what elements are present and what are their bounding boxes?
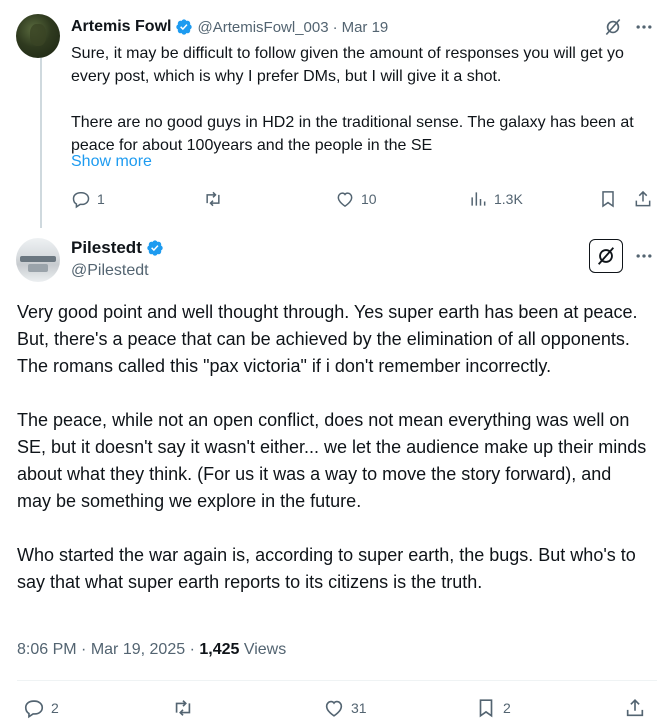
separator-dot: ·	[332, 18, 338, 36]
separator-dot: ·	[81, 641, 87, 658]
reply-tweet-text: Sure, it may be difficult to follow give…	[71, 42, 656, 157]
view-count: 1,425	[199, 641, 240, 658]
like-button[interactable]: 31	[323, 697, 367, 719]
more-icon[interactable]	[634, 246, 654, 266]
author-name[interactable]: Artemis Fowl	[71, 18, 171, 36]
reply-count: 2	[51, 700, 59, 716]
tweet-paragraph: The peace, while not an open conflict, d…	[17, 410, 647, 511]
bookmark-icon	[602, 191, 614, 208]
show-more-link[interactable]: Show more	[71, 153, 152, 171]
reply-icon	[72, 192, 90, 209]
bookmark-button[interactable]: 2	[475, 697, 511, 719]
reply-tweet-header: Artemis Fowl @ArtemisFowl_003 · Mar 19	[71, 17, 388, 37]
reply-count: 1	[97, 191, 105, 207]
separator-dot: ·	[189, 641, 195, 658]
reply-button[interactable]: 2	[23, 697, 59, 719]
like-icon	[337, 192, 353, 207]
bookmark-icon	[479, 699, 493, 718]
main-tweet-actions: 2 31 2	[17, 697, 657, 721]
bookmark-button[interactable]	[598, 189, 618, 209]
share-icon	[626, 699, 644, 717]
tweet-metadata: 8:06 PM · Mar 19, 2025 · 1,425 Views	[17, 641, 286, 659]
divider	[17, 680, 657, 681]
main-author-row: Pilestedt	[71, 238, 164, 258]
bookmark-count: 2	[503, 700, 511, 716]
reply-icon	[24, 700, 44, 719]
tweet-time[interactable]: 8:06 PM	[17, 641, 77, 658]
tweet-paragraph: Who started the war again is, according …	[17, 545, 636, 592]
like-count: 31	[351, 700, 367, 716]
view-count: 1.3K	[494, 191, 523, 207]
share-button[interactable]	[633, 189, 653, 209]
thread-connector-line	[40, 56, 42, 228]
grok-icon	[597, 247, 615, 265]
repost-icon	[206, 191, 220, 207]
like-button[interactable]: 10	[335, 189, 377, 209]
tweet-date[interactable]: Mar 19, 2025	[91, 641, 185, 658]
grok-button[interactable]	[589, 239, 623, 273]
author-name[interactable]: Pilestedt	[71, 238, 142, 258]
views-button[interactable]: 1.3K	[468, 189, 523, 209]
tweet-paragraph: There are no good guys in HD2 in the tra…	[71, 114, 634, 154]
share-button[interactable]	[624, 697, 646, 719]
reply-button[interactable]: 1	[71, 189, 105, 209]
tweet-date[interactable]: Mar 19	[342, 19, 389, 36]
tweet-paragraph: Very good point and well thought through…	[17, 302, 638, 376]
author-handle[interactable]: @ArtemisFowl_003	[197, 19, 328, 36]
like-icon	[325, 700, 343, 717]
views-icon	[471, 192, 486, 206]
repost-icon	[175, 700, 191, 716]
avatar-artemis-fowl[interactable]	[16, 14, 60, 58]
reply-tweet-actions: 1 10 1.3K	[71, 189, 656, 211]
avatar-pilestedt[interactable]	[16, 238, 60, 282]
share-icon	[635, 190, 651, 207]
more-icon[interactable]	[634, 17, 654, 37]
repost-button[interactable]	[172, 697, 200, 719]
main-tweet-text: Very good point and well thought through…	[17, 299, 649, 596]
grok-icon[interactable]	[603, 17, 623, 37]
repost-button[interactable]	[203, 189, 229, 209]
like-count: 10	[361, 191, 377, 207]
verified-badge-icon	[176, 19, 193, 35]
verified-badge-icon	[147, 240, 163, 256]
author-handle[interactable]: @Pilestedt	[71, 262, 149, 280]
tweet-paragraph: Sure, it may be difficult to follow give…	[71, 45, 624, 85]
views-label: Views	[243, 641, 287, 658]
